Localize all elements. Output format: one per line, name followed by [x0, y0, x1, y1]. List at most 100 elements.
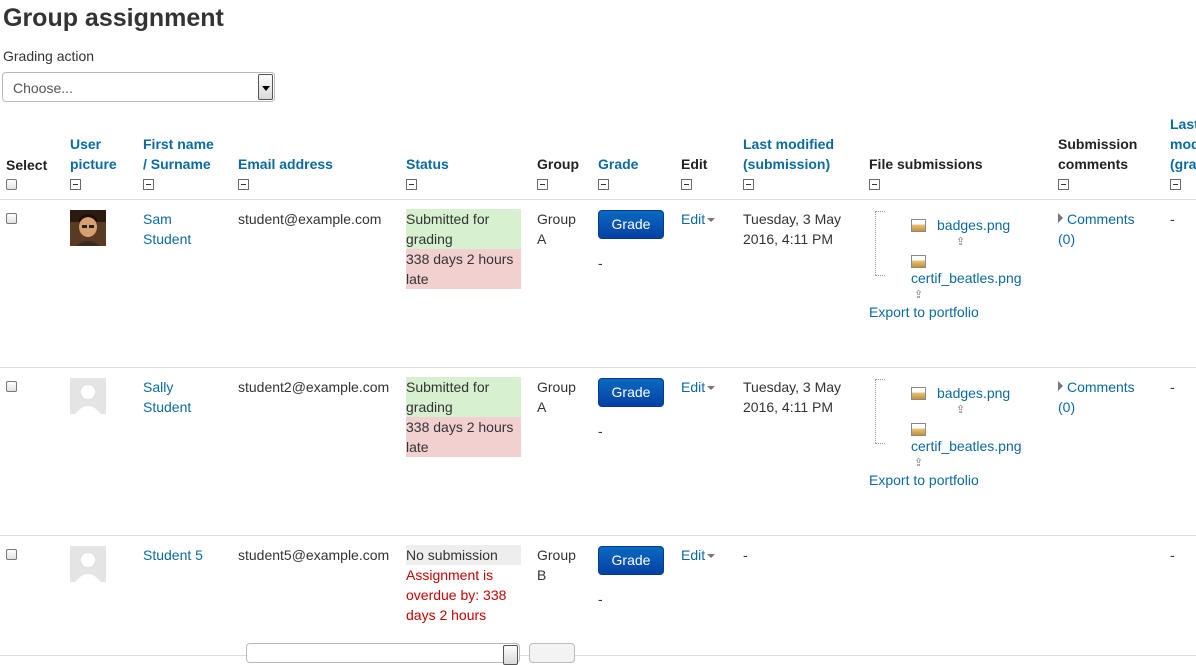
col-submission-comments-label: Submission comments: [1058, 135, 1138, 172]
file-item: badges.png ⇪: [869, 209, 1048, 247]
collapse-icon[interactable]: [406, 178, 417, 190]
table-row: Student 5 student5@example.com No submis…: [0, 535, 1196, 656]
dropdown-caret-icon: [707, 217, 716, 222]
collapse-icon[interactable]: [598, 178, 609, 190]
row-select-checkbox[interactable]: [6, 212, 17, 224]
edit-menu[interactable]: Edit: [681, 211, 716, 227]
avatar-photo[interactable]: [70, 209, 106, 246]
sort-status[interactable]: Status: [406, 156, 449, 172]
collapse-icon[interactable]: [1058, 178, 1069, 190]
grading-action-value: Choose...: [13, 80, 73, 96]
user-name-link[interactable]: Sam Student: [143, 211, 191, 247]
portfolio-icon[interactable]: ⇪: [914, 457, 924, 468]
file-link[interactable]: certif_beatles.png: [911, 438, 1022, 454]
col-edit-label: Edit: [681, 155, 708, 172]
collapse-icon[interactable]: [537, 178, 548, 190]
file-item: certif_beatles.png ⇪: [869, 422, 1048, 468]
col-user-picture-label[interactable]: User picture: [70, 136, 117, 172]
dropdown-caret-icon: [707, 385, 716, 390]
collapse-icon[interactable]: [238, 178, 249, 190]
file-link[interactable]: certif_beatles.png: [911, 270, 1022, 286]
avatar-placeholder[interactable]: [70, 545, 106, 582]
comments-toggle[interactable]: Comments (0): [1058, 211, 1135, 247]
group: Group B: [531, 535, 592, 656]
collapse-icon[interactable]: [70, 178, 81, 190]
last-modified: Tuesday, 3 May 2016, 4:11 PM: [737, 199, 863, 368]
grade-value: -: [598, 254, 603, 271]
collapse-icon[interactable]: [143, 178, 154, 190]
sort-last-modified-grade[interactable]: Last mod (gra: [1170, 116, 1196, 172]
collapse-icon[interactable]: [681, 178, 692, 190]
edit-menu[interactable]: Edit: [681, 379, 716, 395]
file-tree: badges.png ⇪ certif_beatles.png ⇪ Export…: [869, 377, 1048, 490]
expand-caret-icon: [1058, 380, 1063, 391]
grade-select-partial[interactable]: [246, 643, 520, 665]
export-to-portfolio-link[interactable]: Export to portfolio: [869, 470, 1048, 490]
col-file-submissions: File submissions: [863, 112, 1052, 200]
col-last-modified: Last modified (submission): [737, 112, 863, 200]
col-user-picture: User picture: [64, 112, 137, 200]
col-edit: Edit: [675, 112, 737, 200]
file-item: certif_beatles.png ⇪: [869, 254, 1048, 300]
row-select-checkbox[interactable]: [6, 380, 17, 392]
image-file-icon: [911, 218, 926, 232]
comments-toggle[interactable]: Comments (0): [1058, 379, 1135, 415]
sort-surname[interactable]: / Surname: [143, 156, 211, 172]
collapse-icon[interactable]: [1170, 178, 1181, 190]
file-tree: badges.png ⇪ certif_beatles.png ⇪ Export…: [869, 209, 1048, 322]
sort-first-name[interactable]: First name: [143, 136, 214, 152]
edit-menu[interactable]: Edit: [681, 547, 716, 563]
collapse-icon[interactable]: [869, 178, 880, 190]
col-group-label: Group: [537, 155, 579, 172]
avatar-placeholder[interactable]: [70, 377, 106, 414]
col-status: Status: [400, 112, 531, 200]
group: Group A: [531, 199, 592, 368]
select-all-checkbox[interactable]: [6, 178, 17, 190]
email: student2@example.com: [232, 367, 400, 536]
portfolio-icon[interactable]: ⇪: [956, 404, 966, 415]
col-grade: Grade: [592, 112, 675, 200]
select-arrow-icon[interactable]: [258, 74, 273, 100]
grade-button[interactable]: Grade: [598, 545, 664, 575]
collapse-icon[interactable]: [743, 178, 754, 190]
expand-caret-icon: [1058, 212, 1063, 223]
image-file-icon: [911, 386, 926, 400]
status-late: 338 days 2 hours late: [406, 416, 521, 457]
grade-value: -: [598, 422, 603, 439]
status-submitted: Submitted for grading: [406, 376, 521, 417]
portfolio-icon[interactable]: ⇪: [956, 236, 966, 247]
status-no-submission: No submission: [406, 544, 521, 565]
col-email: Email address: [232, 112, 400, 200]
partial-button[interactable]: [529, 643, 575, 663]
sort-last-modified[interactable]: Last modified (submission): [743, 136, 834, 172]
table-row: Sally Student student2@example.com Submit…: [0, 367, 1196, 536]
grading-action-select[interactable]: Choose...: [2, 72, 275, 102]
select-arrow-icon[interactable]: [503, 645, 518, 665]
sort-grade[interactable]: Grade: [598, 156, 638, 172]
page-title: Group assignment: [3, 4, 224, 32]
sort-email[interactable]: Email address: [238, 156, 333, 172]
col-file-submissions-label: File submissions: [869, 155, 983, 172]
table-row: Sam Student student@example.com Submitted…: [0, 199, 1196, 368]
email: student@example.com: [232, 199, 400, 368]
grade-button[interactable]: Grade: [598, 209, 664, 239]
last-modified-grade: -: [1164, 199, 1196, 368]
user-name-link[interactable]: Student 5: [143, 547, 203, 563]
status-submitted: Submitted for grading: [406, 208, 521, 249]
grading-table: Select User picture First name / Surname …: [0, 112, 1196, 656]
file-item: badges.png ⇪: [869, 377, 1048, 415]
row-select-checkbox[interactable]: [6, 548, 17, 560]
status-late: 338 days 2 hours late: [406, 248, 521, 289]
user-name-link[interactable]: Sally Student: [143, 379, 191, 415]
dropdown-caret-icon: [707, 553, 716, 558]
status-overdue: Assignment is overdue by: 338 days 2 hours: [406, 566, 507, 623]
email: student5@example.com: [232, 535, 400, 656]
portfolio-icon[interactable]: ⇪: [914, 289, 924, 300]
last-modified: -: [737, 535, 863, 656]
col-select: Select: [0, 112, 64, 200]
col-submission-comments: Submission comments: [1052, 112, 1164, 200]
export-to-portfolio-link[interactable]: Export to portfolio: [869, 302, 1048, 322]
grade-button[interactable]: Grade: [598, 377, 664, 407]
last-modified-grade: -: [1164, 367, 1196, 536]
image-file-icon: [911, 422, 926, 436]
